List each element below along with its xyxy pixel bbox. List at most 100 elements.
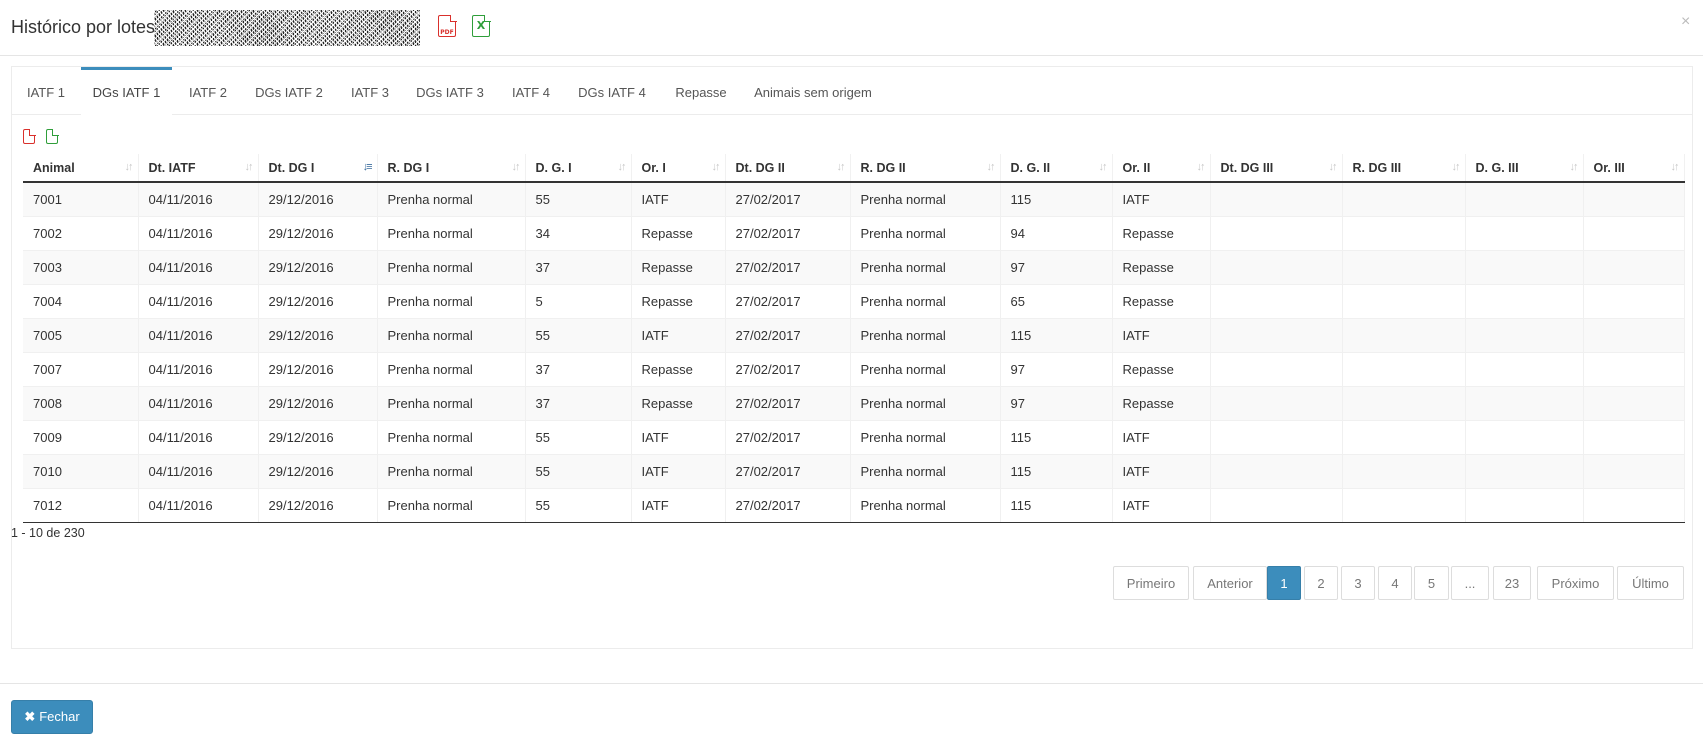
table-row[interactable]: 7012 04/11/2016 29/12/2016 Prenha normal 55 I… <box>23 488 1685 523</box>
table-row[interactable]: 7010 04/11/2016 29/12/2016 Prenha normal 55 I… <box>23 454 1685 489</box>
table-cell: IATF <box>1112 454 1211 489</box>
column-header-or-ii[interactable]: Or. II ↓↑ <box>1112 154 1211 183</box>
table-cell: 04/11/2016 <box>138 352 259 387</box>
table-row[interactable]: 7001 04/11/2016 29/12/2016 Prenha normal 55 I… <box>23 182 1685 217</box>
column-header-dt-dg-i[interactable]: Dt. DG I ↓≡ <box>258 154 378 183</box>
table-row[interactable]: 7005 04/11/2016 29/12/2016 Prenha normal 55 I… <box>23 318 1685 353</box>
column-header-d-g-ii[interactable]: D. G. II ↓↑ <box>1000 154 1113 183</box>
table-row[interactable]: 7002 04/11/2016 29/12/2016 Prenha normal 34 R… <box>23 216 1685 251</box>
sort-icon[interactable]: ↓↑ <box>1671 161 1680 173</box>
sort-icon[interactable]: ↓↑ <box>1452 161 1461 173</box>
column-header-r-dg-iii[interactable]: R. DG III ↓↑ <box>1342 154 1466 183</box>
column-header-dt-dg-ii[interactable]: Dt. DG II ↓↑ <box>725 154 851 183</box>
sort-desc-icon[interactable]: ↓≡ <box>363 161 373 173</box>
table-cell <box>1342 386 1466 421</box>
table-cell: IATF <box>631 454 726 489</box>
table-cell: 7003 <box>23 250 139 285</box>
table-cell <box>1465 318 1584 353</box>
sort-icon[interactable]: ↓↑ <box>987 161 996 173</box>
modal-title: Histórico por lotes <box>11 17 156 37</box>
column-header-or-iii[interactable]: Or. III ↓↑ <box>1583 154 1685 183</box>
sort-icon[interactable]: ↓↑ <box>245 161 254 173</box>
column-header-dt-dg-iii[interactable]: Dt. DG III ↓↑ <box>1210 154 1343 183</box>
table-row[interactable]: 7009 04/11/2016 29/12/2016 Prenha normal 55 I… <box>23 420 1685 455</box>
sort-icon[interactable]: ↓↑ <box>1099 161 1108 173</box>
sort-icon[interactable]: ↓↑ <box>712 161 721 173</box>
page-23-button[interactable]: 23 <box>1493 566 1531 600</box>
sort-icon[interactable]: ↓↑ <box>1570 161 1579 173</box>
column-header-r-dg-i[interactable]: R. DG I ↓↑ <box>377 154 526 183</box>
table-cell <box>1210 318 1343 353</box>
table-row[interactable]: 7007 04/11/2016 29/12/2016 Prenha normal 37 R… <box>23 352 1685 387</box>
table-cell: 04/11/2016 <box>138 386 259 421</box>
table-cell <box>1465 216 1584 251</box>
table-cell <box>1210 488 1343 523</box>
table-cell: 7010 <box>23 454 139 489</box>
table-cell <box>1583 318 1685 353</box>
table-cell: Prenha normal <box>850 216 1001 251</box>
page-1-button[interactable]: 1 <box>1267 566 1301 600</box>
table-row[interactable]: 7003 04/11/2016 29/12/2016 Prenha normal 37 R… <box>23 250 1685 285</box>
page-last-button[interactable]: Último <box>1617 566 1684 600</box>
table-cell: 55 <box>525 318 632 353</box>
table-cell: 115 <box>1000 182 1113 217</box>
table-cell: 27/02/2017 <box>725 488 851 523</box>
table-cell: Prenha normal <box>377 318 526 353</box>
table-cell: IATF <box>1112 420 1211 455</box>
column-header-animal[interactable]: Animal ↓↑ <box>23 154 139 183</box>
table-cell <box>1583 250 1685 285</box>
column-header-r-dg-ii[interactable]: R. DG II ↓↑ <box>850 154 1001 183</box>
tab-dgs-iatf-4[interactable]: DGs IATF 4 <box>567 67 657 114</box>
table-cell <box>1342 284 1466 319</box>
column-header-or-i[interactable]: Or. I ↓↑ <box>631 154 726 183</box>
tab-repasse[interactable]: Repasse <box>662 67 740 114</box>
table-cell: 04/11/2016 <box>138 284 259 319</box>
tab-dgs-iatf-3[interactable]: DGs IATF 3 <box>405 67 495 114</box>
column-header-dt-iatf[interactable]: Dt. IATF ↓↑ <box>138 154 259 183</box>
table-cell: 7005 <box>23 318 139 353</box>
tab-iatf-2[interactable]: IATF 2 <box>178 67 238 114</box>
table-cell: Prenha normal <box>850 352 1001 387</box>
sort-icon[interactable]: ↓↑ <box>1197 161 1206 173</box>
sort-icon[interactable]: ↓↑ <box>837 161 846 173</box>
page-3-button[interactable]: 3 <box>1341 566 1375 600</box>
close-button[interactable]: ✖ Fechar <box>11 700 93 734</box>
tab-iatf-3[interactable]: IATF 3 <box>340 67 400 114</box>
table-cell: 29/12/2016 <box>258 284 378 319</box>
sort-icon[interactable]: ↓↑ <box>1329 161 1338 173</box>
table-cell: 55 <box>525 182 632 217</box>
page-5-button[interactable]: 5 <box>1414 566 1449 600</box>
sort-icon[interactable]: ↓↑ <box>125 161 134 173</box>
tab-iatf-1[interactable]: IATF 1 <box>16 67 76 114</box>
column-header-d-g-iii[interactable]: D. G. III ↓↑ <box>1465 154 1584 183</box>
table-row[interactable]: 7004 04/11/2016 29/12/2016 Prenha normal 5 Re… <box>23 284 1685 319</box>
tab-dgs-iatf-1[interactable]: DGs IATF 1 <box>81 67 172 117</box>
page-4-button[interactable]: 4 <box>1378 566 1412 600</box>
page-2-button[interactable]: 2 <box>1304 566 1338 600</box>
table-cell: Repasse <box>1112 352 1211 387</box>
page-first-button[interactable]: Primeiro <box>1113 566 1189 600</box>
table-cell: 29/12/2016 <box>258 488 378 523</box>
tab-animais-sem-origem[interactable]: Animais sem origem <box>746 67 880 114</box>
pdf-export-icon[interactable]: PDF <box>438 14 457 37</box>
table-cell: Repasse <box>1112 250 1211 285</box>
excel-export-icon[interactable]: X <box>472 14 491 37</box>
table-cell <box>1210 284 1343 319</box>
column-header-d-g-i[interactable]: D. G. I ↓↑ <box>525 154 632 183</box>
pdf-export-icon[interactable] <box>23 128 36 144</box>
table-row[interactable]: 7008 04/11/2016 29/12/2016 Prenha normal 37 R… <box>23 386 1685 421</box>
tab-dgs-iatf-2[interactable]: DGs IATF 2 <box>244 67 334 114</box>
excel-export-icon[interactable] <box>46 128 59 144</box>
page-next-button[interactable]: Próximo <box>1537 566 1614 600</box>
table-cell: 29/12/2016 <box>258 216 378 251</box>
page-previous-button[interactable]: Anterior <box>1193 566 1267 600</box>
close-button-label: Fechar <box>39 709 80 724</box>
table-cell <box>1465 352 1584 387</box>
table-cell <box>1210 182 1343 217</box>
close-icon[interactable]: × <box>1681 13 1690 31</box>
sort-icon[interactable]: ↓↑ <box>618 161 627 173</box>
table-cell: Prenha normal <box>850 454 1001 489</box>
tab-iatf-4[interactable]: IATF 4 <box>501 67 561 114</box>
table-cell: 27/02/2017 <box>725 454 851 489</box>
sort-icon[interactable]: ↓↑ <box>512 161 521 173</box>
